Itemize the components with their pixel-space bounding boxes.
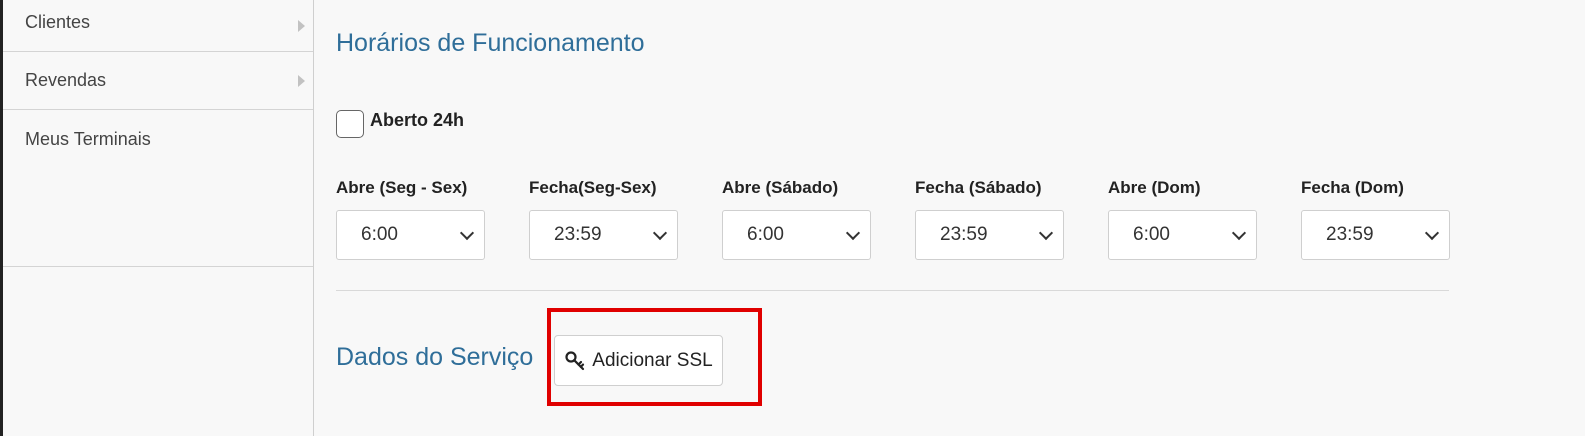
time-label: Fecha (Sábado) xyxy=(915,178,1042,197)
time-label: Abre (Sábado) xyxy=(722,178,839,197)
sidebar-item-meus-terminais[interactable]: Meus Terminais xyxy=(3,110,313,266)
sidebar: Clientes Revendas Meus Terminais xyxy=(0,0,314,436)
sidebar-item-revendas[interactable]: Revendas xyxy=(3,52,313,110)
section-title-service: Dados do Serviço xyxy=(336,343,534,371)
time-fields: Abre (Seg - Sex) 6:00 Fecha(Seg-Sex) 23:… xyxy=(336,178,1494,260)
sidebar-menu: Clientes Revendas Meus Terminais xyxy=(3,0,313,267)
time-select-value: 23:59 xyxy=(940,224,988,245)
time-field-open-saturday: Abre (Sábado) 6:00 xyxy=(722,178,915,260)
add-ssl-button[interactable]: Adicionar SSL xyxy=(554,335,723,386)
chevron-down-icon xyxy=(845,225,861,241)
time-select-value: 6:00 xyxy=(1133,224,1170,245)
time-select[interactable]: 23:59 xyxy=(529,210,678,260)
chevron-down-icon xyxy=(652,225,668,241)
time-label: Fecha(Seg-Sex) xyxy=(529,178,657,197)
time-select-value: 6:00 xyxy=(361,224,398,245)
time-field-close-sunday: Fecha (Dom) 23:59 xyxy=(1301,178,1494,260)
sidebar-item-clientes[interactable]: Clientes xyxy=(3,0,313,52)
sidebar-item-label: Clientes xyxy=(25,12,91,32)
main-content: Horários de Funcionamento Aberto 24h Abr… xyxy=(336,0,1566,436)
time-field-open-weekdays: Abre (Seg - Sex) 6:00 xyxy=(336,178,529,260)
chevron-right-icon xyxy=(298,19,305,32)
time-select-value: 6:00 xyxy=(747,224,784,245)
time-select-value: 23:59 xyxy=(554,224,602,245)
sidebar-item-label: Meus Terminais xyxy=(25,129,151,149)
time-field-open-sunday: Abre (Dom) 6:00 xyxy=(1108,178,1301,260)
add-ssl-button-label: Adicionar SSL xyxy=(592,349,713,371)
time-select[interactable]: 23:59 xyxy=(1301,210,1450,260)
time-select[interactable]: 6:00 xyxy=(1108,210,1257,260)
chevron-right-icon xyxy=(298,74,305,87)
section-divider xyxy=(336,290,1449,291)
section-title-hours: Horários de Funcionamento xyxy=(336,29,645,57)
time-label: Fecha (Dom) xyxy=(1301,178,1404,197)
time-label: Abre (Seg - Sex) xyxy=(336,178,468,197)
open24-row: Aberto 24h xyxy=(336,108,464,138)
time-field-close-weekdays: Fecha(Seg-Sex) 23:59 xyxy=(529,178,722,260)
time-field-close-saturday: Fecha (Sábado) 23:59 xyxy=(915,178,1108,260)
chevron-down-icon xyxy=(1231,225,1247,241)
sidebar-item-label: Revendas xyxy=(25,70,107,90)
chevron-down-icon xyxy=(459,225,475,241)
chevron-down-icon xyxy=(1038,225,1054,241)
key-icon xyxy=(565,350,585,370)
time-select[interactable]: 6:00 xyxy=(722,210,871,260)
open24-checkbox[interactable] xyxy=(336,110,364,138)
chevron-down-icon xyxy=(1424,225,1440,241)
time-label: Abre (Dom) xyxy=(1108,178,1201,197)
open24-label[interactable]: Aberto 24h xyxy=(370,110,464,131)
time-select-value: 23:59 xyxy=(1326,224,1374,245)
time-select[interactable]: 23:59 xyxy=(915,210,1064,260)
time-select[interactable]: 6:00 xyxy=(336,210,485,260)
